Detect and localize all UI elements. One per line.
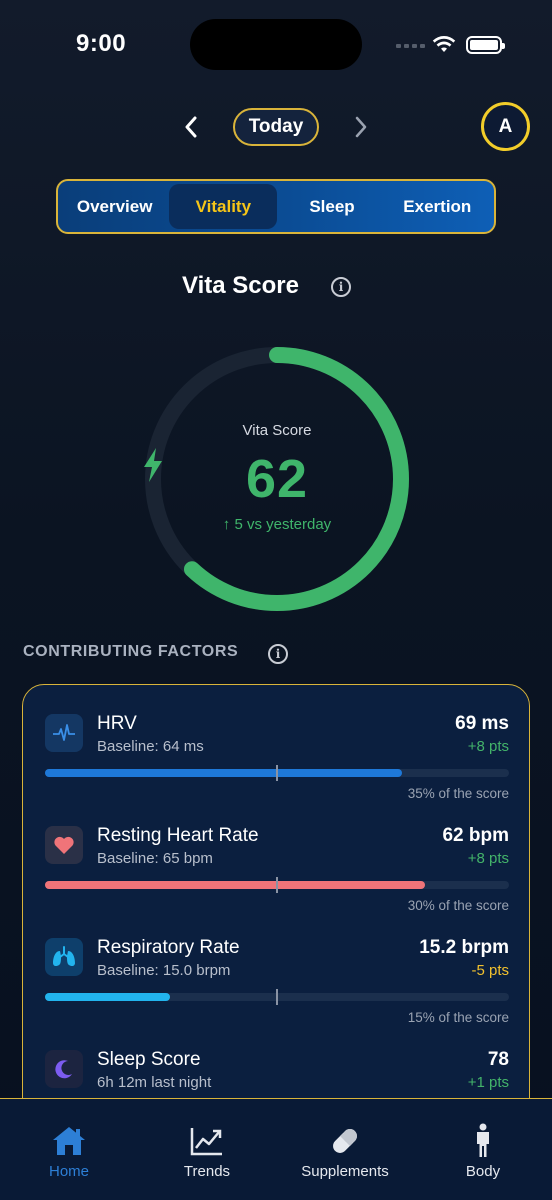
chevron-right-icon [355, 116, 367, 138]
home-icon [51, 1123, 87, 1159]
factor-progress-fill [45, 769, 403, 777]
score-number: 62 [245, 449, 309, 509]
factor-points: +1 pts [467, 1074, 509, 1091]
factor-baseline: 6h 12m last night [97, 1074, 212, 1091]
profile-avatar-button[interactable]: A [481, 102, 530, 151]
factor-points: +8 pts [467, 738, 509, 755]
date-selector-button[interactable]: Today [233, 108, 319, 146]
factor-name: Resting Heart Rate [97, 825, 259, 846]
moon-icon [45, 1050, 83, 1088]
info-icon[interactable]: i [268, 644, 288, 664]
nav-label: Trends [183, 1163, 231, 1180]
factor-resting-heart-rate[interactable]: Resting Heart Rate Baseline: 65 bpm 62 b… [23, 797, 529, 913]
previous-day-button[interactable] [174, 110, 208, 144]
bottom-nav: Home Trends Supplements Body [0, 1098, 552, 1200]
baseline-marker [276, 989, 278, 1005]
body-icon [471, 1123, 495, 1159]
factor-baseline: Baseline: 64 ms [97, 738, 204, 755]
date-navigator: Today [0, 106, 552, 148]
cellular-signal-icon [396, 44, 425, 48]
score-value: 62 [142, 448, 412, 510]
dynamic-island [190, 19, 362, 70]
tab-sleep[interactable]: Sleep [279, 184, 384, 229]
page-title: Vita Score [182, 272, 299, 299]
factor-value: 62 bpm [442, 825, 509, 846]
factor-name: Respiratory Rate [97, 937, 240, 958]
lungs-icon [45, 938, 83, 976]
nav-label: Supplements [301, 1163, 389, 1180]
factor-progress-bar [45, 765, 509, 781]
nav-home[interactable]: Home [0, 1099, 138, 1200]
nav-label: Home [48, 1163, 89, 1180]
lightning-icon [144, 448, 162, 482]
status-bar: 9:00 [0, 0, 552, 90]
factor-progress-fill [45, 881, 426, 889]
factor-hrv[interactable]: HRV Baseline: 64 ms 69 ms +8 pts 35% of … [23, 685, 529, 801]
factor-value: 78 [487, 1049, 509, 1070]
battery-icon [466, 36, 505, 54]
tab-exertion[interactable]: Exertion [385, 184, 490, 229]
ring-label: Vita Score [242, 422, 312, 439]
heart-icon [45, 826, 83, 864]
factor-name: HRV [97, 713, 137, 734]
section-tabs: Overview Vitality Sleep Exertion [56, 179, 496, 234]
pill-icon [327, 1123, 363, 1159]
tab-vitality[interactable]: Vitality [169, 184, 278, 229]
factor-points: -5 pts [471, 962, 509, 979]
baseline-marker [276, 877, 278, 893]
factor-value: 15.2 brpm [419, 937, 509, 958]
factor-baseline: Baseline: 65 bpm [97, 850, 213, 867]
trends-icon [189, 1123, 225, 1159]
score-header: Vita Score i [0, 268, 552, 308]
factor-progress-fill [45, 993, 171, 1001]
factor-points: +8 pts [467, 850, 509, 867]
factor-respiratory-rate[interactable]: Respiratory Rate Baseline: 15.0 brpm 15.… [23, 909, 529, 1025]
score-delta: ↑ 5 vs yesterday [222, 516, 332, 533]
nav-trends[interactable]: Trends [138, 1099, 276, 1200]
nav-label: Body [465, 1163, 501, 1180]
factor-progress-bar [45, 877, 509, 893]
wifi-icon [432, 36, 456, 52]
nav-body[interactable]: Body [414, 1099, 552, 1200]
contributing-factors-header: CONTRIBUTING FACTORS i [23, 643, 323, 667]
heartbeat-icon [45, 714, 83, 752]
info-icon[interactable]: i [331, 277, 351, 297]
factor-value: 69 ms [455, 713, 509, 734]
tab-overview[interactable]: Overview [62, 184, 167, 229]
baseline-marker [276, 765, 278, 781]
contributing-factors-title: CONTRIBUTING FACTORS [23, 643, 239, 660]
factor-baseline: Baseline: 15.0 brpm [97, 962, 231, 979]
factor-name: Sleep Score [97, 1049, 201, 1070]
vita-score-ring: Vita Score 62 ↑ 5 vs yesterday [142, 344, 412, 614]
next-day-button[interactable] [344, 110, 378, 144]
factors-card: HRV Baseline: 64 ms 69 ms +8 pts 35% of … [22, 684, 530, 1124]
nav-supplements[interactable]: Supplements [276, 1099, 414, 1200]
factor-progress-bar [45, 989, 509, 1005]
status-time: 9:00 [76, 30, 127, 57]
chevron-left-icon [185, 116, 197, 138]
